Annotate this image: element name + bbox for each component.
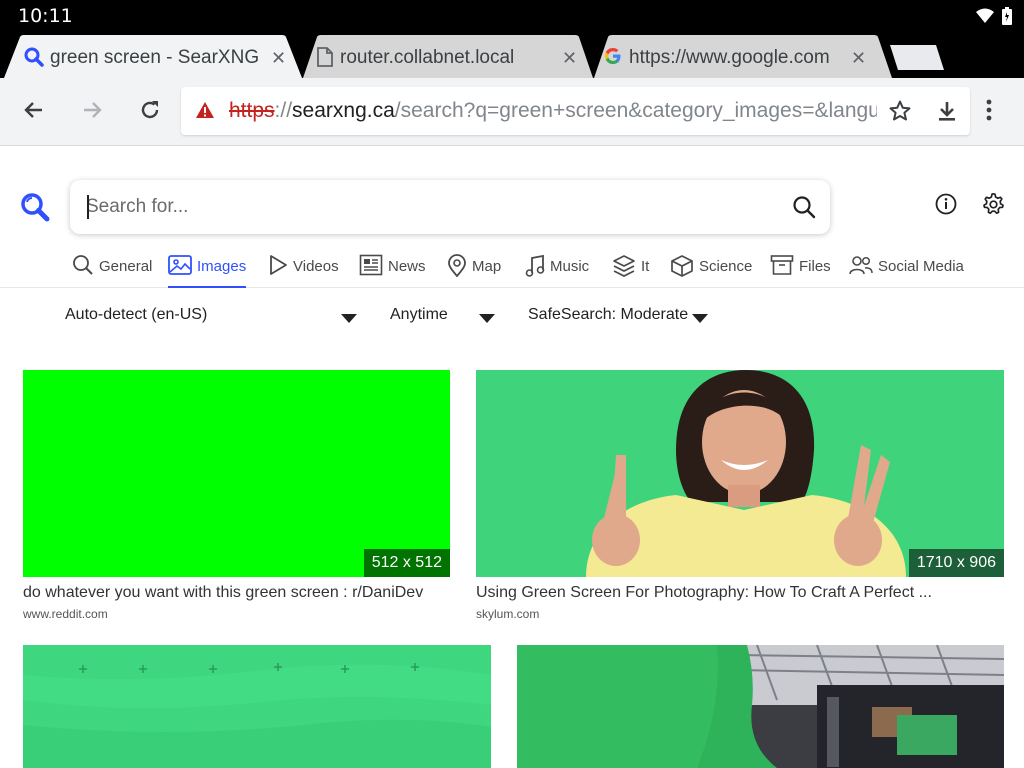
- tab-images[interactable]: Images: [168, 254, 247, 288]
- page-content: General Images Videos News Map Music It: [0, 146, 1024, 768]
- forward-arrow-icon[interactable]: [80, 98, 104, 127]
- archive-icon: [770, 254, 794, 280]
- tab-files[interactable]: Files: [770, 254, 831, 288]
- tab-news[interactable]: News: [359, 254, 426, 288]
- play-icon: [268, 254, 288, 280]
- image-icon: [168, 254, 192, 280]
- tab-title: router.collabnet.local: [340, 47, 515, 68]
- search-icon: [72, 254, 94, 280]
- result-domain: skylum.com: [476, 607, 540, 621]
- search-input[interactable]: [86, 192, 746, 222]
- green-screen-studio-photo: [517, 645, 1004, 768]
- resolution-badge: 1710 x 906: [908, 549, 1004, 577]
- url-text[interactable]: https://searxng.ca/search?q=green+screen…: [229, 99, 877, 123]
- close-tab-icon[interactable]: ✕: [851, 48, 866, 69]
- language-select[interactable]: Auto-detect (en-US): [65, 306, 207, 324]
- tab-router[interactable]: router.collabnet.local ✕: [303, 35, 593, 78]
- result-title[interactable]: do whatever you want with this green scr…: [23, 584, 423, 602]
- chevron-down-icon[interactable]: [692, 314, 708, 323]
- browser-toolbar: https://searxng.ca/search?q=green+screen…: [0, 78, 1024, 146]
- tab-music[interactable]: Music: [525, 254, 589, 288]
- image-result[interactable]: 1710 x 906 Using Green Screen For Photog…: [476, 370, 1004, 630]
- tab-it[interactable]: It: [612, 254, 649, 288]
- tab-google[interactable]: https://www.google.com ✕: [594, 35, 892, 78]
- newspaper-icon: [359, 254, 383, 280]
- searxng-logo-icon[interactable]: [20, 192, 50, 227]
- image-result[interactable]: [517, 645, 1004, 768]
- close-tab-icon[interactable]: ✕: [562, 48, 577, 69]
- not-secure-warning-icon[interactable]: [195, 101, 215, 124]
- image-result[interactable]: 512 x 512 do whatever you want with this…: [23, 370, 450, 630]
- text-caret: [87, 195, 89, 219]
- tab-science[interactable]: Science: [670, 254, 752, 288]
- resolution-badge: 512 x 512: [363, 549, 450, 577]
- search-icon: [24, 47, 44, 72]
- page-icon: [317, 47, 333, 72]
- result-domain: www.reddit.com: [23, 607, 108, 621]
- woman-peace-sign-photo: [476, 370, 1004, 577]
- address-bar[interactable]: https://searxng.ca/search?q=green+screen…: [181, 87, 970, 135]
- layers-icon: [612, 254, 636, 282]
- image-result[interactable]: [23, 645, 491, 768]
- search-filters: Auto-detect (en-US) Anytime SafeSearch: …: [0, 296, 1024, 336]
- more-vert-icon[interactable]: [986, 98, 992, 127]
- tab-videos[interactable]: Videos: [268, 254, 339, 288]
- close-tab-icon[interactable]: ✕: [271, 48, 286, 69]
- result-title[interactable]: Using Green Screen For Photography: How …: [476, 584, 932, 602]
- reload-icon[interactable]: [138, 98, 162, 127]
- search-box[interactable]: [70, 180, 830, 234]
- back-arrow-icon[interactable]: [22, 98, 46, 127]
- bookmark-star-icon[interactable]: [888, 99, 912, 128]
- result-thumbnail[interactable]: 512 x 512: [23, 370, 450, 577]
- tab-title: green screen - SearXNG: [50, 47, 260, 68]
- result-thumbnail[interactable]: 1710 x 906: [476, 370, 1004, 577]
- people-icon: [849, 254, 873, 280]
- gear-icon[interactable]: [981, 192, 1005, 221]
- google-icon: [604, 47, 622, 70]
- status-bar: 10:11: [0, 0, 1024, 32]
- tab-map[interactable]: Map: [447, 254, 501, 288]
- tab-searxng[interactable]: green screen - SearXNG ✕: [4, 35, 302, 78]
- time-range-select[interactable]: Anytime: [390, 306, 448, 324]
- safesearch-select[interactable]: SafeSearch: Moderate: [528, 306, 688, 324]
- result-thumbnail[interactable]: [23, 645, 491, 768]
- download-icon[interactable]: [935, 99, 959, 128]
- info-icon[interactable]: [935, 193, 957, 220]
- music-icon: [525, 254, 545, 282]
- wifi-icon: [976, 8, 994, 29]
- battery-icon: [1002, 7, 1012, 30]
- search-submit-icon[interactable]: [792, 195, 816, 224]
- category-tabs: General Images Videos News Map Music It: [0, 250, 1024, 288]
- map-pin-icon: [447, 254, 467, 282]
- result-thumbnail[interactable]: [517, 645, 1004, 768]
- clock: 10:11: [18, 5, 73, 27]
- tab-social-media[interactable]: Social Media: [849, 254, 964, 288]
- new-tab-button[interactable]: [888, 35, 946, 78]
- tab-title: https://www.google.com: [629, 47, 830, 68]
- chevron-down-icon[interactable]: [479, 314, 495, 323]
- tab-strip: green screen - SearXNG ✕ router.collabne…: [0, 32, 1024, 78]
- cube-icon: [670, 254, 694, 282]
- chevron-down-icon[interactable]: [341, 314, 357, 323]
- tab-general[interactable]: General: [72, 254, 152, 288]
- green-cloth-photo: [23, 645, 491, 768]
